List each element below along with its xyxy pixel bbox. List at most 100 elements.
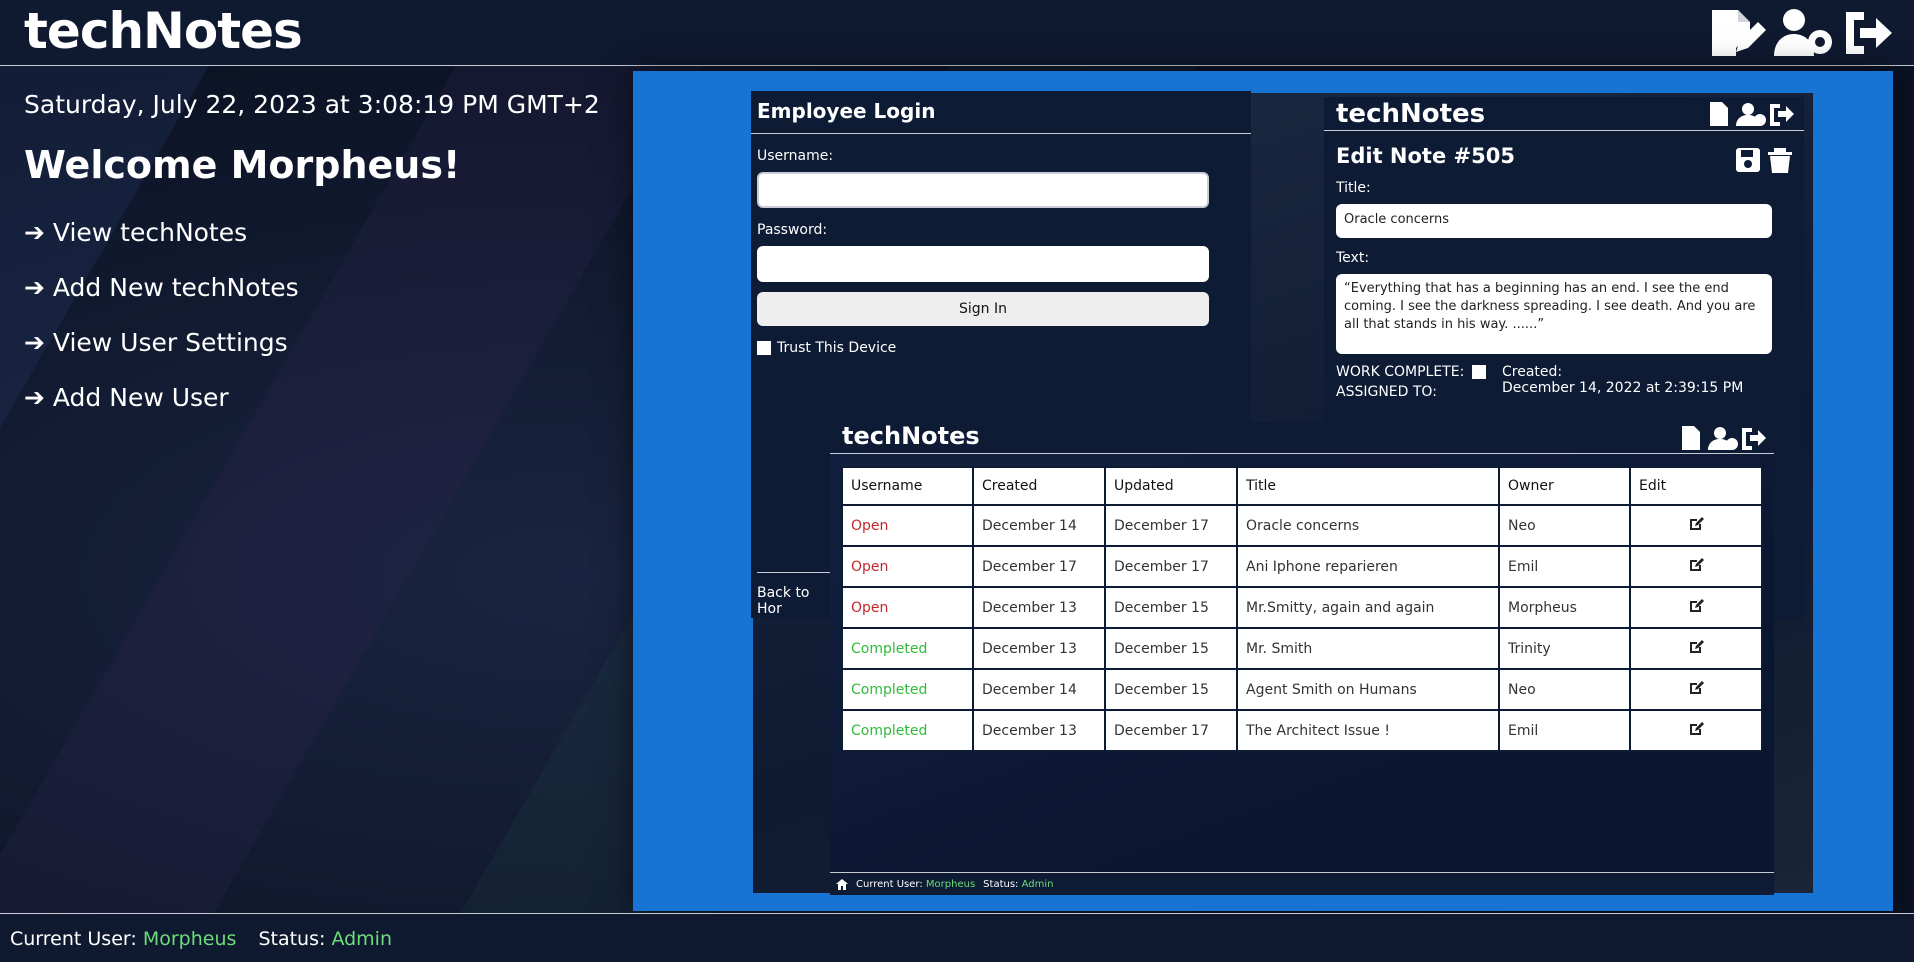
col-updated: Updated (1104, 466, 1238, 506)
work-complete-checkbox[interactable] (1472, 365, 1487, 379)
cell-status: Completed (841, 709, 974, 752)
cell-status: Open (841, 545, 974, 588)
cell-updated: December 15 (1104, 668, 1238, 711)
login-title: Employee Login (751, 91, 1251, 134)
cell-status: Completed (841, 668, 974, 711)
cell-title: The Architect Issue ! (1236, 709, 1500, 752)
text-label: Text: (1336, 250, 1370, 266)
link-view-technotes[interactable]: ➔ View techNotes (24, 205, 600, 260)
notes-table: Username Created Updated Title Owner Edi… (841, 466, 1763, 752)
edit-brand[interactable]: techNotes (1336, 99, 1485, 129)
cell-status: Open (841, 586, 974, 629)
table-row: Completed December 13 December 15 Mr. Smith… (841, 627, 1763, 670)
user-settings-icon[interactable] (1772, 6, 1836, 60)
home-icon[interactable] (836, 878, 848, 890)
cell-title: Agent Smith on Humans (1236, 668, 1500, 711)
edit-icon[interactable] (1688, 598, 1704, 614)
link-add-technotes[interactable]: ➔ Add New techNotes (24, 260, 600, 315)
link-user-settings[interactable]: ➔ View User Settings (24, 315, 600, 370)
list-header: techNotes (830, 422, 1774, 454)
cell-updated: December 17 (1104, 709, 1238, 752)
table-row: Open December 13 December 15 Mr.Smitty, aga… (841, 586, 1763, 629)
cell-title: Ani Iphone reparieren (1236, 545, 1500, 588)
cell-edit (1629, 709, 1763, 752)
created-label: Created: (1502, 364, 1563, 380)
edit-icon[interactable] (1688, 516, 1704, 532)
title-input[interactable]: Oracle concerns (1336, 204, 1772, 238)
col-edit: Edit (1629, 466, 1763, 506)
col-created: Created (972, 466, 1106, 506)
cell-owner: Emil (1498, 709, 1631, 752)
list-brand[interactable]: techNotes (842, 422, 980, 450)
header-actions (1708, 6, 1894, 60)
trust-device: Trust This Device (757, 340, 1245, 356)
trust-device-checkbox[interactable] (757, 341, 771, 355)
list-footer: Current User: Morpheus Status: Admin (830, 872, 1774, 895)
list-footer-status-label: Status: (983, 878, 1019, 890)
cell-created: December 17 (972, 545, 1106, 588)
cell-created: December 14 (972, 668, 1106, 711)
table-row: Open December 14 December 17 Oracle concern… (841, 504, 1763, 547)
cell-edit (1629, 668, 1763, 711)
edit-icon[interactable] (1688, 721, 1704, 737)
password-label: Password: (757, 222, 828, 238)
table-row: Completed December 14 December 15 Agent Smi… (841, 668, 1763, 711)
title-label: Title: (1336, 180, 1371, 196)
cell-updated: December 15 (1104, 586, 1238, 629)
home-nav: ➔ View techNotes ➔ Add New techNotes ➔ V… (24, 205, 600, 425)
cell-updated: December 15 (1104, 627, 1238, 670)
logout-icon[interactable] (1842, 6, 1894, 60)
col-username: Username (841, 466, 974, 506)
edit-icon[interactable] (1688, 680, 1704, 696)
welcome-heading: Welcome Morpheus! (24, 143, 461, 187)
footer-status-label: Status: (258, 928, 326, 950)
list-footer-user-label: Current User: (856, 878, 923, 890)
edit-header-icons (1710, 102, 1794, 126)
cell-owner: Trinity (1498, 627, 1631, 670)
new-note-icon[interactable] (1708, 6, 1766, 60)
cell-title: Mr.Smitty, again and again (1236, 586, 1500, 629)
edit-header: techNotes (1324, 97, 1804, 131)
password-input[interactable] (757, 246, 1209, 282)
cell-created: December 13 (972, 627, 1106, 670)
edit-note-title: Edit Note #505 (1336, 144, 1515, 168)
trust-device-label: Trust This Device (777, 340, 897, 356)
cell-created: December 13 (972, 586, 1106, 629)
cell-edit (1629, 545, 1763, 588)
table-header-row: Username Created Updated Title Owner Edi… (841, 466, 1763, 506)
cell-owner: Emil (1498, 545, 1631, 588)
text-textarea[interactable]: “Everything that has a beginning has an … (1336, 274, 1772, 354)
save-delete-icons (1736, 148, 1792, 173)
home-panel: Saturday, July 22, 2023 at 3:08:19 PM GM… (24, 90, 600, 425)
link-add-user[interactable]: ➔ Add New User (24, 370, 600, 425)
work-complete-label: WORK COMPLETE: (1336, 364, 1465, 380)
cell-title: Mr. Smith (1236, 627, 1500, 670)
username-input[interactable] (757, 172, 1209, 208)
list-footer-status: Admin (1021, 878, 1054, 890)
username-label: Username: (757, 148, 834, 164)
cell-status: Open (841, 504, 974, 547)
cell-created: December 14 (972, 504, 1106, 547)
table-row: Completed December 13 December 17 The Archi… (841, 709, 1763, 752)
cell-edit (1629, 504, 1763, 547)
list-header-icons (1682, 426, 1766, 450)
cell-updated: December 17 (1104, 545, 1238, 588)
sign-in-button[interactable]: Sign In (757, 292, 1209, 326)
current-datetime: Saturday, July 22, 2023 at 3:08:19 PM GM… (24, 90, 600, 119)
footer-status: Admin (331, 928, 392, 950)
back-home-link[interactable]: Back to Hor (757, 572, 837, 617)
cell-updated: December 17 (1104, 504, 1238, 547)
top-bar: techNotes (0, 0, 1914, 66)
footer-user: Morpheus (142, 928, 237, 950)
cell-owner: Neo (1498, 668, 1631, 711)
col-title: Title (1236, 466, 1500, 506)
edit-icon[interactable] (1688, 557, 1704, 573)
brand-title[interactable]: techNotes (24, 2, 303, 60)
notes-list-window: techNotes Username Created Updated Title… (830, 422, 1774, 895)
edit-icon[interactable] (1688, 639, 1704, 655)
cell-status: Completed (841, 627, 974, 670)
table-row: Open December 17 December 17 Ani Iphone rep… (841, 545, 1763, 588)
list-footer-user: Morpheus (925, 878, 976, 890)
col-owner: Owner (1498, 466, 1631, 506)
cell-edit (1629, 586, 1763, 629)
